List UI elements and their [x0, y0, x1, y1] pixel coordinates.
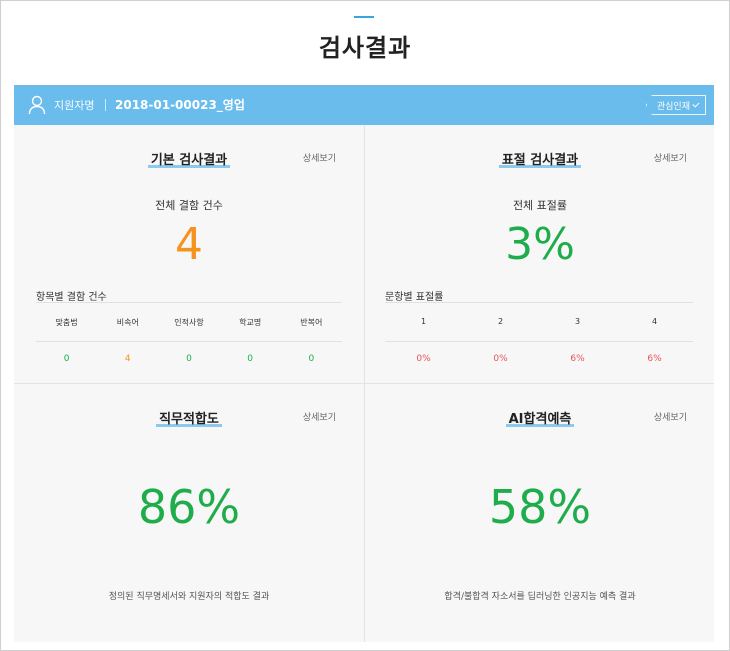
defects-table-values: 0 4 0 0 0	[36, 354, 342, 364]
ai-prediction-value: 58%	[488, 480, 592, 534]
basic-detail-link[interactable]: 상세보기	[303, 151, 336, 164]
results-panels: 기본 검사결과 상세보기 전체 결함 건수 4 항목별 결함 건수 맞춤법 비속…	[14, 125, 714, 642]
item-defects-label: 항목별 결함 건수	[36, 292, 107, 303]
ai-prediction-detail-link[interactable]: 상세보기	[654, 410, 687, 423]
cell-value: 4	[124, 354, 131, 364]
table-rule	[385, 341, 693, 342]
plagiarism-table-header: 1 2 3 4	[385, 317, 693, 326]
page-title: 검사결과	[318, 34, 412, 62]
plagiarism-result-panel: 표절 검사결과 상세보기 전체 표절률 3% 문항별 표절률 1 2 3 4 0…	[365, 125, 715, 383]
divider	[105, 99, 106, 111]
applicant-id: 2018-01-00023_영업	[115, 98, 245, 112]
job-fit-caption: 정의된 직무명세서와 지원자의 적합도 결과	[108, 592, 270, 602]
question-plagiarism-label: 문항별 표절률	[385, 292, 444, 303]
job-fit-panel: 직무적합도 상세보기 86% 정의된 직무명세서와 지원자의 적합도 결과	[14, 384, 364, 642]
cell-value: 0	[63, 354, 70, 364]
cell-value: 0	[247, 354, 254, 364]
total-plagiarism-label: 전체 표절률	[512, 199, 568, 212]
job-fit-value: 86%	[137, 480, 241, 534]
total-defects-label: 전체 결함 건수	[155, 199, 223, 212]
table-rule	[36, 341, 342, 342]
ai-prediction-panel: AI합격예측 상세보기 58% 합격/불합격 자소서를 딥러닝한 인공지능 예측…	[365, 384, 715, 642]
user-icon	[28, 95, 46, 115]
column-header: 1	[420, 317, 427, 326]
column-header: 학교명	[239, 318, 262, 327]
column-header: 인적사항	[174, 318, 204, 327]
cell-value: 0%	[493, 354, 508, 364]
cell-value: 0	[186, 354, 192, 364]
plagiarism-result-title: 표절 검사결과	[498, 149, 582, 168]
cell-value: 6%	[647, 354, 662, 364]
cell-value: 6%	[570, 354, 585, 364]
check-icon	[692, 99, 700, 108]
basic-result-title: 기본 검사결과	[147, 149, 231, 168]
plagiarism-detail-link[interactable]: 상세보기	[654, 151, 687, 164]
table-rule	[36, 302, 342, 303]
column-header: 2	[497, 317, 504, 326]
interest-talent-label: 관심인재	[656, 100, 690, 111]
column-header: 3	[574, 317, 581, 326]
applicant-bar: 지원자명 2018-01-00023_영업 관심인재	[14, 85, 714, 125]
cell-value: 0%	[416, 354, 431, 364]
column-header: 맞춤법	[55, 318, 78, 327]
ai-prediction-title: AI합격예측	[505, 408, 575, 427]
job-fit-detail-link[interactable]: 상세보기	[303, 410, 336, 423]
basic-result-panel: 기본 검사결과 상세보기 전체 결함 건수 4 항목별 결함 건수 맞춤법 비속…	[14, 125, 364, 383]
column-header: 비속어	[116, 318, 139, 327]
total-plagiarism-value: 3%	[505, 219, 575, 270]
defects-table-header: 맞춤법 비속어 인적사항 학교명 반복어	[36, 317, 342, 328]
column-header: 반복어	[300, 318, 323, 327]
applicant-label: 지원자명	[54, 99, 95, 112]
job-fit-title: 직무적합도	[156, 408, 222, 427]
table-rule	[385, 302, 693, 303]
plagiarism-table-values: 0% 0% 6% 6%	[385, 354, 693, 364]
column-header: 4	[651, 317, 658, 326]
ai-prediction-caption: 합격/불합격 자소서를 딥러닝한 인공지능 예측 결과	[444, 592, 636, 602]
total-defects-value: 4	[175, 219, 203, 270]
cell-value: 0	[308, 354, 315, 364]
interest-talent-button[interactable]: 관심인재	[645, 95, 706, 115]
title-accent	[354, 16, 374, 18]
